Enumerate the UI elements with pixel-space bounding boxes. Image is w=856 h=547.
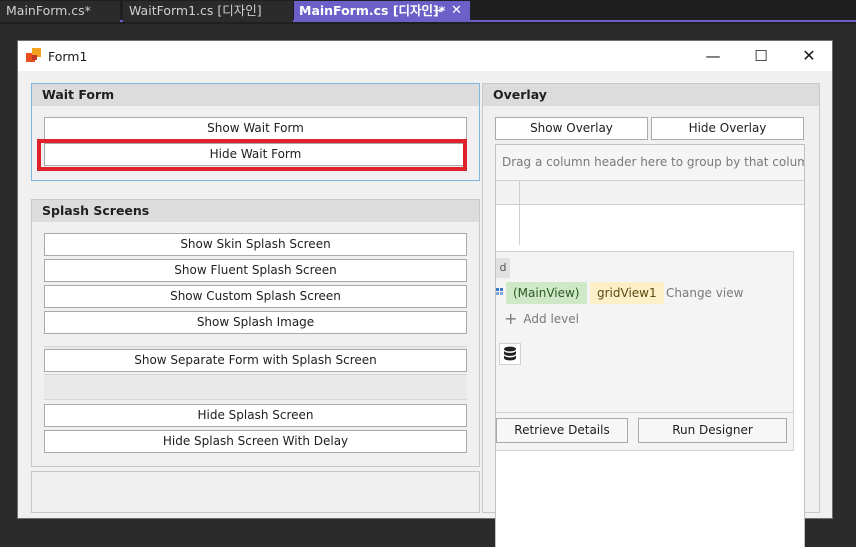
group-by-panel[interactable]: Drag a column header here to group by th… <box>496 145 804 181</box>
change-view-link[interactable]: Change view <box>666 282 743 304</box>
grid-view-icon <box>496 288 504 296</box>
document-tab-strip: MainForm.cs* WaitForm1.cs [디자인] MainForm… <box>0 0 856 22</box>
plus-icon: + <box>504 309 518 328</box>
retrieve-details-button[interactable]: Retrieve Details <box>496 418 628 443</box>
level-designer-panel: d (MainView) gridView1 Change view + Add … <box>496 251 794 451</box>
tab-mainform-cs[interactable]: MainForm.cs* <box>0 1 120 22</box>
group-caption: Splash Screens <box>32 200 479 222</box>
row-indicator-divider <box>519 181 520 245</box>
splash-screens-group: Splash Screens Show Skin Splash Screen S… <box>31 199 480 467</box>
form-window[interactable]: Form1 — ☐ ✕ Wait Form Show Wait Form Hid… <box>17 40 833 547</box>
database-icon[interactable] <box>499 343 521 365</box>
minimize-button[interactable]: — <box>690 41 736 71</box>
group-caption: Overlay <box>483 84 819 106</box>
add-level-label: Add level <box>523 312 579 326</box>
form-app-icon <box>26 48 42 64</box>
level-tab[interactable]: d <box>496 258 510 278</box>
show-overlay-button[interactable]: Show Overlay <box>495 117 648 140</box>
form-title-bar[interactable]: Form1 — ☐ ✕ <box>18 41 832 71</box>
maximize-button[interactable]: ☐ <box>738 41 784 71</box>
pin-icon[interactable]: ⊸ <box>433 1 442 21</box>
empty-panel <box>31 471 480 513</box>
group-caption: Wait Form <box>32 84 479 106</box>
tab-label: WaitForm1.cs [디자인] <box>129 3 262 18</box>
grid-view-chip[interactable]: gridView1 <box>590 282 664 304</box>
show-splash-image-button[interactable]: Show Splash Image <box>44 311 467 334</box>
show-separate-form-splash-button[interactable]: Show Separate Form with Splash Screen <box>44 349 467 372</box>
panel-divider <box>496 412 794 413</box>
close-icon[interactable]: ✕ <box>451 1 462 21</box>
show-custom-splash-button[interactable]: Show Custom Splash Screen <box>44 285 467 308</box>
show-skin-splash-button[interactable]: Show Skin Splash Screen <box>44 233 467 256</box>
column-header-row[interactable] <box>496 181 804 205</box>
hide-splash-button[interactable]: Hide Splash Screen <box>44 404 467 427</box>
run-designer-button[interactable]: Run Designer <box>638 418 787 443</box>
tab-waitform1-design[interactable]: WaitForm1.cs [디자인] <box>123 1 293 22</box>
tab-label: MainForm.cs [디자인]* <box>299 3 446 18</box>
show-wait-form-button[interactable]: Show Wait Form <box>44 117 467 140</box>
close-button[interactable]: ✕ <box>786 41 832 71</box>
form-title: Form1 <box>48 49 88 64</box>
tab-mainform-design[interactable]: MainForm.cs [디자인]* ⊸ ✕ <box>294 1 470 22</box>
overlay-group: Overlay Show Overlay Hide Overlay Drag a… <box>482 83 820 547</box>
show-fluent-splash-button[interactable]: Show Fluent Splash Screen <box>44 259 467 282</box>
main-view-chip[interactable]: (MainView) <box>506 282 587 304</box>
add-level-link[interactable]: + Add level <box>504 308 579 330</box>
spacer-row <box>44 374 467 400</box>
designer-surface: Form1 — ☐ ✕ Wait Form Show Wait Form Hid… <box>0 24 856 547</box>
hide-overlay-button[interactable]: Hide Overlay <box>651 117 804 140</box>
hide-splash-delay-button[interactable]: Hide Splash Screen With Delay <box>44 430 467 453</box>
grid-control[interactable]: Drag a column header here to group by th… <box>495 144 805 547</box>
highlight-box <box>37 139 467 171</box>
tab-label: MainForm.cs* <box>6 3 91 18</box>
